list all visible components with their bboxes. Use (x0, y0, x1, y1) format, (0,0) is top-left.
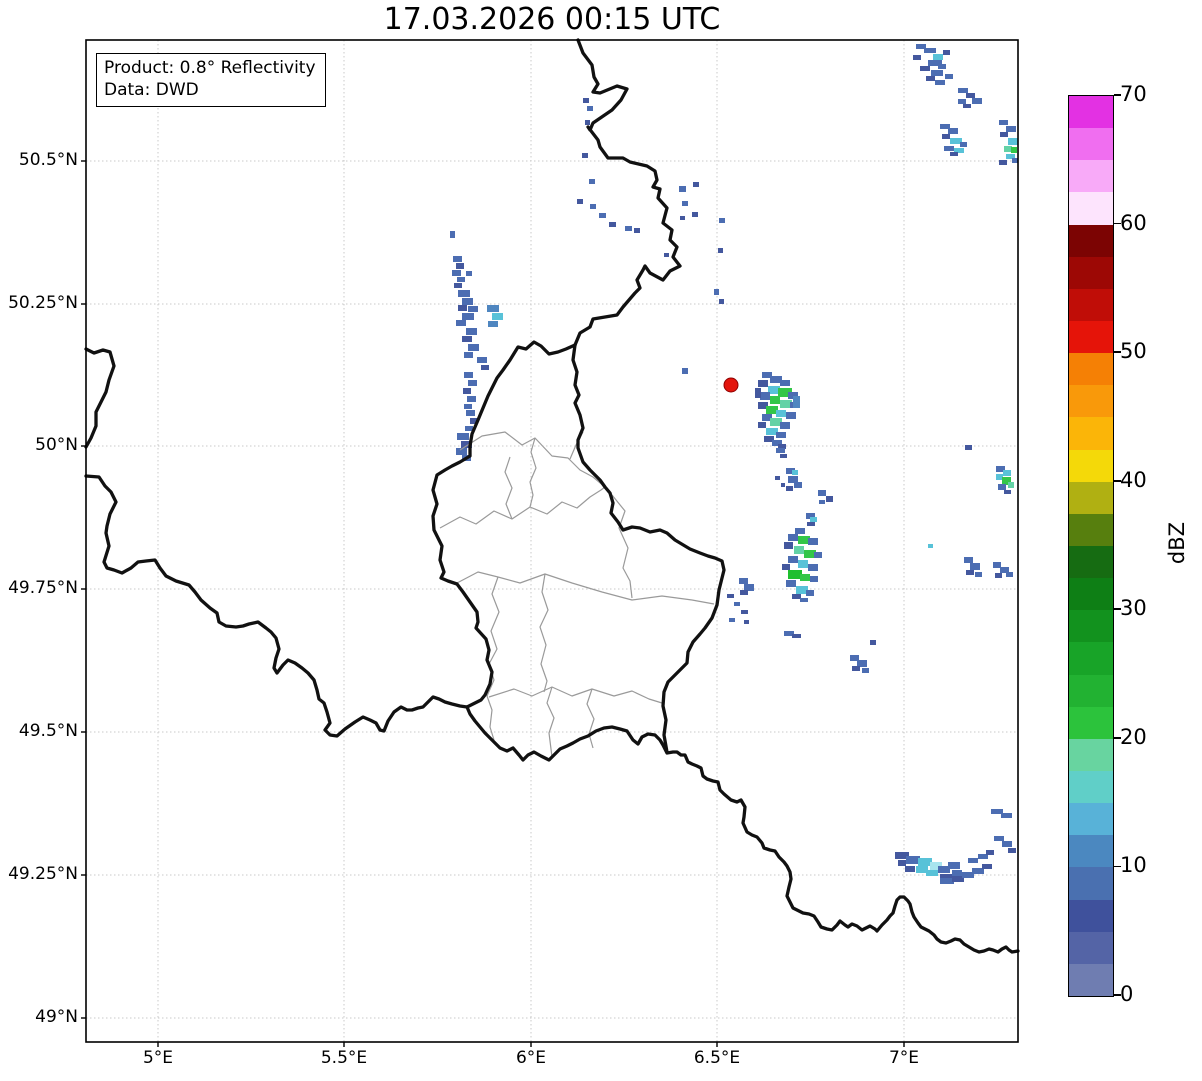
product-line: Product: 0.8° Reflectivity (104, 58, 316, 78)
colorbar-segment (1069, 352, 1113, 386)
colorbar-segment (1069, 963, 1113, 996)
border-france-germany (465, 705, 1020, 954)
product-info-box: Product: 0.8° Reflectivity Data: DWD (96, 53, 326, 108)
colorbar-segment (1069, 224, 1113, 257)
colorbar-segment (1069, 481, 1113, 514)
colorbar-tick-label: 30 (1120, 596, 1147, 621)
colorbar-segment (1069, 866, 1113, 900)
colorbar-segment (1069, 674, 1113, 707)
colorbar-segment (1069, 416, 1113, 450)
colorbar-segment (1069, 802, 1113, 836)
colorbar-segment (1069, 256, 1113, 289)
lat-tick-label: 50.5°N (18, 150, 78, 170)
country-borders (84, 38, 1020, 954)
plot-frame (85, 39, 1019, 1043)
lat-tick-label: 50.25°N (8, 293, 78, 313)
colorbar-segment (1069, 577, 1113, 611)
colorbar-segment (1069, 770, 1113, 804)
colorbar-segment (1069, 159, 1113, 193)
colorbar-segment (1069, 609, 1113, 643)
colorbar-segment (1069, 834, 1113, 868)
lat-tick-label: 49.5°N (18, 721, 78, 741)
radar-figure: 17.03.2026 00:15 UTC Product: 0.8° Refle… (0, 0, 1202, 1081)
colorbar-tick-label: 10 (1120, 853, 1147, 878)
colorbar-segment (1069, 95, 1113, 129)
colorbar-segment (1069, 449, 1113, 482)
colorbar (1068, 95, 1114, 997)
lon-tick-label: 5°E (142, 1048, 174, 1068)
colorbar-segment (1069, 127, 1113, 161)
lat-tick-label: 49°N (35, 1007, 78, 1027)
border-france-belgium (84, 347, 469, 738)
border-luxembourg-east (571, 343, 726, 754)
colorbar-tick-label: 70 (1120, 82, 1147, 106)
luxembourg-canton-borders (439, 431, 715, 758)
colorbar-tick-label: 20 (1120, 724, 1147, 749)
colorbar-axis-label: dBZ (1165, 521, 1189, 565)
lon-tick-label: 5.5°E (320, 1048, 368, 1068)
colorbar-segment (1069, 899, 1113, 932)
lat-tick-label: 49.75°N (8, 578, 78, 598)
colorbar-segment (1069, 513, 1113, 546)
map-canvas (81, 38, 1020, 1047)
lon-tick-label: 7°E (888, 1048, 920, 1068)
colorbar-tick-label: 50 (1120, 339, 1147, 364)
colorbar-segment (1069, 288, 1113, 321)
colorbar-tick-label: 0 (1120, 982, 1134, 1006)
colorbar-segment (1069, 641, 1113, 675)
colorbar-segment (1069, 384, 1113, 418)
colorbar-segment (1069, 545, 1113, 579)
border-luxembourg-west (431, 340, 577, 709)
lat-tick-label: 49.25°N (8, 864, 78, 884)
graticule-gridlines (86, 40, 1018, 1042)
lon-tick-label: 6.5°E (693, 1048, 741, 1068)
colorbar-segment (1069, 191, 1113, 225)
colorbar-segment (1069, 320, 1113, 354)
colorbar-tick-label: 40 (1120, 467, 1147, 492)
lat-tick-label: 50°N (35, 435, 78, 455)
colorbar-segment (1069, 706, 1113, 739)
lon-tick-label: 6°E (515, 1048, 547, 1068)
border-belgium-germany (573, 38, 682, 347)
data-source-line: Data: DWD (104, 80, 199, 101)
colorbar-tick-label: 60 (1120, 210, 1147, 235)
radar-site-marker (723, 377, 739, 393)
colorbar-segment (1069, 738, 1113, 771)
colorbar-segment (1069, 931, 1113, 964)
